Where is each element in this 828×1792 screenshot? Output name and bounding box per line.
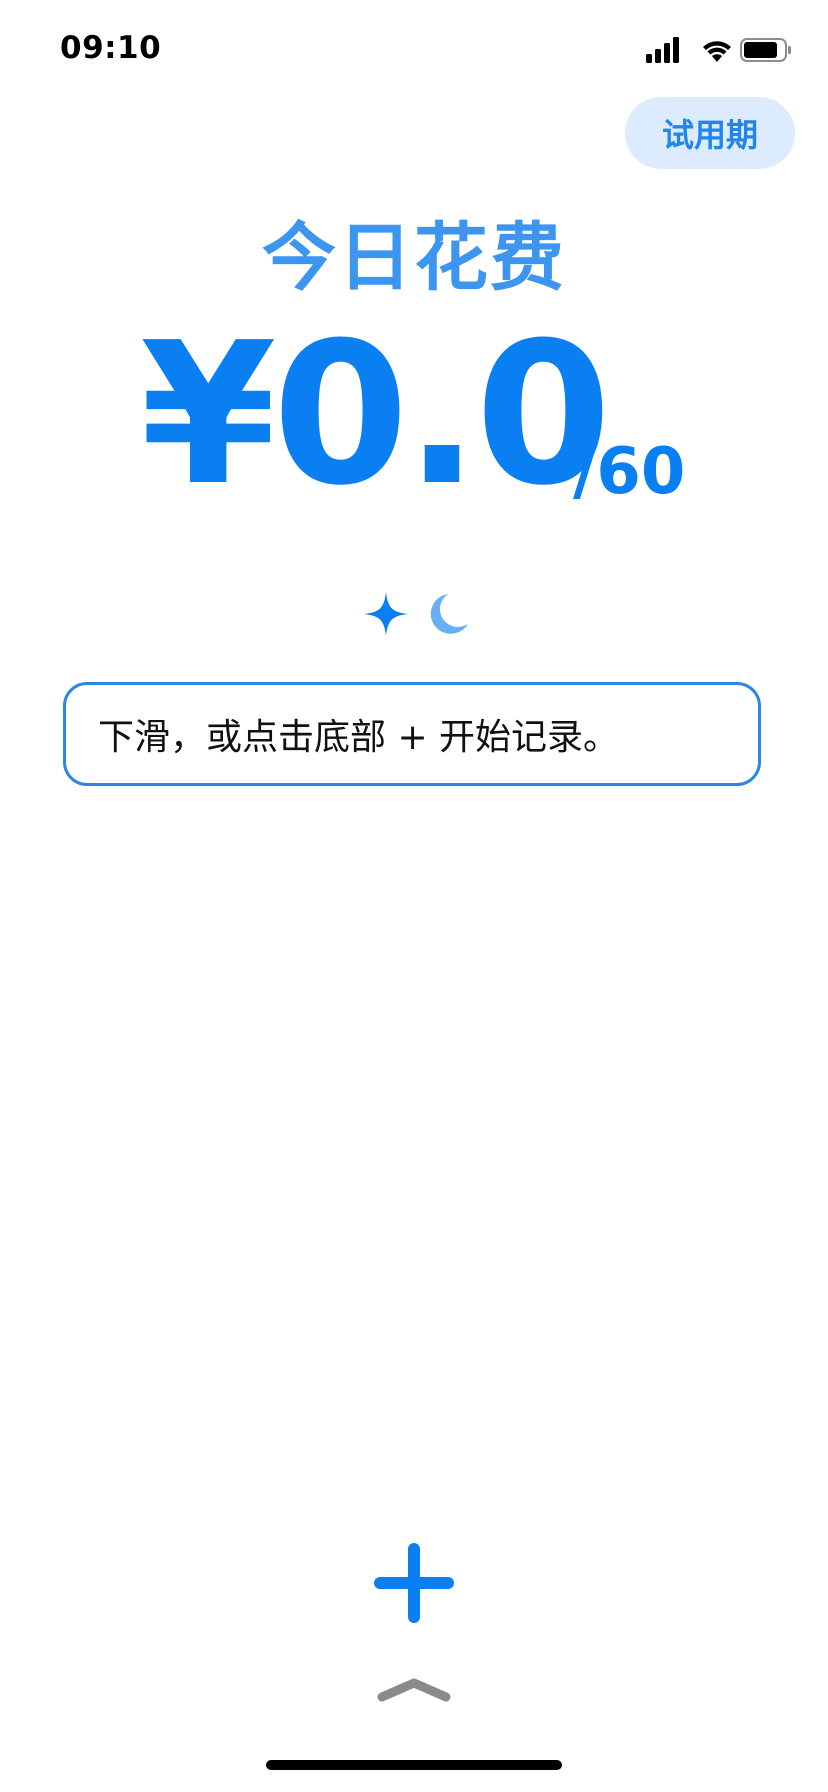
moon-icon: [430, 594, 468, 634]
hint-box: 下滑，或点击底部 + 开始记录。: [63, 682, 761, 786]
add-record-button[interactable]: [371, 1540, 457, 1626]
expand-handle[interactable]: [376, 1675, 452, 1705]
amount-value: ¥0.0: [140, 301, 612, 529]
battery-icon: [740, 38, 791, 62]
home-indicator: [266, 1760, 562, 1770]
mode-icons: [356, 586, 476, 646]
wifi-icon: [703, 41, 731, 62]
trial-badge-label: 试用期: [661, 116, 758, 154]
chevron-up-icon: [377, 1678, 451, 1702]
hint-text: 下滑，或点击底部 + 开始记录。: [98, 717, 620, 758]
amount-limit: /60: [573, 435, 686, 509]
sparkle-icon: [364, 592, 408, 636]
spending-amount: ¥0.0 /60: [0, 301, 828, 529]
trial-badge-button[interactable]: 试用期: [625, 97, 795, 169]
status-icons: [644, 34, 794, 64]
mode-icons-svg: [364, 592, 468, 636]
status-bar: 09:10: [0, 0, 828, 100]
status-time: 09:10: [60, 30, 162, 66]
plus-icon: [374, 1543, 454, 1623]
page-title: 今日花费: [262, 215, 566, 301]
status-icons-svg: [646, 37, 791, 63]
cellular-signal-icon: [646, 37, 679, 63]
